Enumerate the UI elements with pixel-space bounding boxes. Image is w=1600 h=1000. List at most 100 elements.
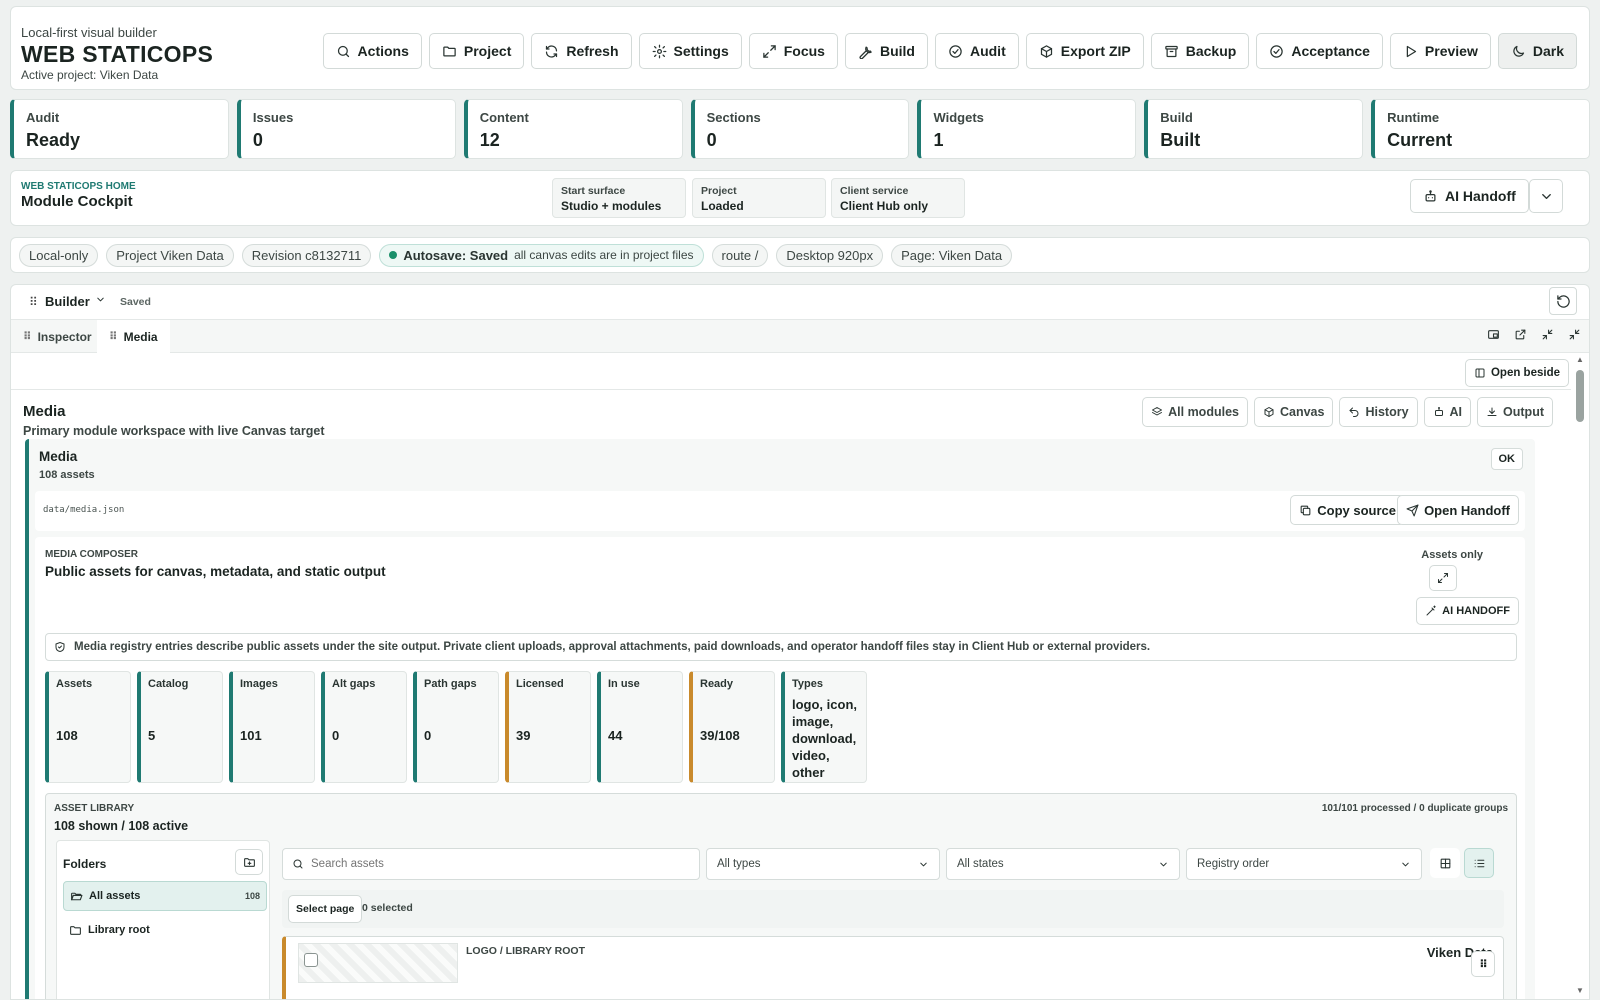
metric-label: Catalog — [148, 678, 189, 690]
stat-card-sections: Sections 0 — [690, 99, 910, 159]
export-zip-button[interactable]: Export ZIP — [1025, 33, 1144, 69]
asset-select-checkbox[interactable] — [304, 953, 318, 967]
folder-library-root[interactable]: Library root — [63, 915, 267, 945]
tab-media[interactable]: ⠿ Media — [97, 320, 170, 353]
settings-button[interactable]: Settings — [638, 33, 742, 69]
expand-composer-button[interactable] — [1429, 565, 1457, 591]
output-module-button[interactable]: Output — [1477, 397, 1553, 427]
check-circle-icon — [1269, 44, 1284, 59]
project-button[interactable]: Project — [428, 33, 525, 69]
open-handoff-label: Open Handoff — [1424, 502, 1510, 518]
chevron-down-icon[interactable] — [95, 294, 106, 305]
reset-layout-button[interactable] — [1549, 287, 1577, 315]
panel-window-controls — [1487, 328, 1581, 341]
type-filter-select[interactable]: All types — [706, 848, 940, 880]
builder-panel: ⠿ Builder Saved ⠿ Inspector ⠿ Media Open… — [10, 284, 1590, 1000]
picture-in-picture-icon[interactable] — [1487, 328, 1500, 341]
metric-label: Path gaps — [424, 678, 477, 690]
metric-label: Ready — [700, 678, 734, 690]
home-title: Module Cockpit — [21, 193, 133, 210]
stat-card-widgets: Widgets 1 — [917, 99, 1137, 159]
builder-bar: ⠿ Builder Saved — [11, 285, 1589, 319]
composer-ai-handoff-button[interactable]: AI HANDOFF — [1416, 597, 1519, 625]
shield-check-icon — [54, 641, 66, 653]
asset-card[interactable]: LOGO / LIBRARY ROOT Viken Data ⠿ — [282, 936, 1504, 999]
grid-icon — [1439, 857, 1452, 870]
panel-tabs: ⠿ Inspector ⠿ Media — [11, 319, 1589, 353]
collapse-icon[interactable] — [1568, 328, 1581, 341]
app-header: Local-first visual builder WEB STATICOPS… — [10, 6, 1590, 90]
vertical-scrollbar[interactable]: ▲ ▼ — [1573, 353, 1587, 999]
select-page-button[interactable]: Select page — [288, 895, 363, 923]
search-input[interactable] — [311, 858, 691, 870]
page-chip: Page: Viken Data — [891, 243, 1013, 267]
package-icon — [1039, 44, 1054, 59]
dark-button[interactable]: Dark — [1497, 33, 1577, 69]
stat-value: Ready — [26, 130, 81, 150]
grid-view-button[interactable] — [1430, 848, 1460, 878]
drag-grip-icon[interactable]: ⠿ — [29, 295, 38, 309]
actions-button[interactable]: Actions — [322, 33, 422, 69]
open-beside-button[interactable]: Open beside — [1464, 359, 1569, 387]
state-filter-select[interactable]: All states — [946, 848, 1180, 880]
metric-label: Images — [240, 678, 278, 690]
surface-value: Client Hub only — [840, 199, 928, 213]
asset-drag-handle[interactable]: ⠿ — [1471, 951, 1495, 977]
preview-button[interactable]: Preview — [1389, 33, 1491, 69]
stat-label: Issues — [252, 110, 294, 125]
toolbar-label: Focus — [783, 43, 825, 59]
search-icon — [292, 858, 304, 870]
columns-icon — [1474, 367, 1486, 379]
scrollbar-thumb[interactable] — [1576, 370, 1584, 422]
minimize-icon[interactable] — [1541, 328, 1554, 341]
registry-notice: Media registry entries describe public a… — [45, 633, 1517, 661]
refresh-button[interactable]: Refresh — [531, 33, 632, 69]
home-collapse-button[interactable] — [1529, 179, 1563, 213]
toolbar-label: Build — [879, 43, 915, 59]
scroll-down-arrow[interactable]: ▼ — [1576, 986, 1584, 995]
rotate-icon — [1556, 294, 1571, 309]
history-module-button[interactable]: History — [1339, 397, 1418, 427]
metric-value: 108 — [56, 728, 78, 743]
metric-images: Images 101 — [229, 671, 315, 783]
open-handoff-button[interactable]: Open Handoff — [1397, 495, 1519, 525]
metric-value: 44 — [608, 728, 623, 743]
copy-source-button[interactable]: Copy source — [1290, 495, 1405, 525]
local-only-chip: Local-only — [19, 243, 99, 267]
scroll-up-arrow[interactable]: ▲ — [1576, 355, 1584, 364]
stat-value: 0 — [252, 130, 263, 150]
all-modules-module-button[interactable]: All modules — [1142, 397, 1248, 427]
list-icon — [1473, 857, 1486, 870]
stat-value: 0 — [706, 130, 717, 150]
stat-card-audit: Audit Ready — [10, 99, 229, 159]
external-link-icon[interactable] — [1514, 328, 1527, 341]
build-button[interactable]: Build — [844, 33, 928, 69]
active-project-label: Active project: Viken Data — [21, 68, 159, 82]
list-view-button[interactable] — [1464, 848, 1494, 878]
audit-button[interactable]: Audit — [934, 33, 1019, 69]
folder-plus-icon — [243, 856, 256, 869]
folder-icon — [69, 924, 82, 937]
acceptance-button[interactable]: Acceptance — [1256, 33, 1383, 69]
new-folder-button[interactable] — [235, 849, 263, 875]
folder-all-assets[interactable]: All assets 108 — [63, 881, 267, 911]
focus-button[interactable]: Focus — [748, 33, 838, 69]
autosave-label: Autosave: Saved — [403, 247, 509, 263]
module-button-label: History — [1365, 405, 1409, 419]
tab-label: Inspector — [37, 329, 92, 344]
asset-search[interactable] — [282, 848, 700, 880]
module-button-label: All modules — [1168, 405, 1239, 419]
project-chip: Project Viken Data — [106, 243, 234, 267]
ai-module-button[interactable]: AI — [1423, 397, 1472, 427]
stat-label: Content — [479, 110, 529, 125]
module-button-label: AI — [1449, 405, 1463, 419]
ai-handoff-button[interactable]: AI Handoff — [1410, 179, 1529, 213]
autosave-status-dot — [389, 251, 398, 259]
order-select[interactable]: Registry order — [1186, 848, 1422, 880]
builder-title[interactable]: Builder — [45, 294, 90, 309]
canvas-module-button[interactable]: Canvas — [1253, 397, 1334, 427]
backup-button[interactable]: Backup — [1150, 33, 1250, 69]
tab-inspector[interactable]: ⠿ Inspector — [11, 320, 104, 353]
start-surface-badge: Start surface Studio + modules — [552, 178, 686, 218]
cube-icon — [1263, 406, 1275, 418]
